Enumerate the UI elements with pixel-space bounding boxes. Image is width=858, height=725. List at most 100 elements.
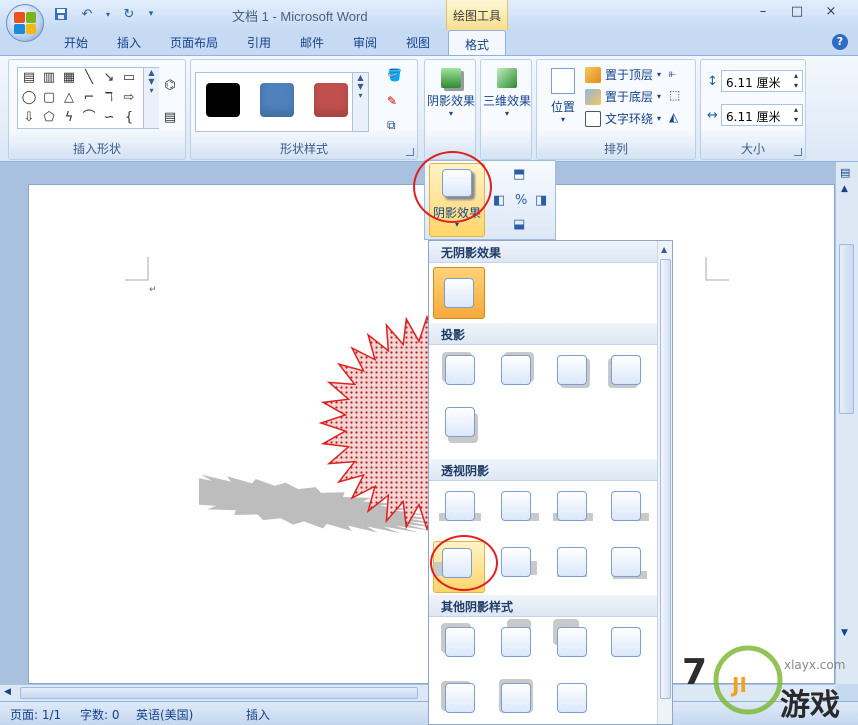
- other-shadow-style-option[interactable]: [437, 677, 483, 721]
- status-page[interactable]: 页面: 1/1: [10, 706, 61, 723]
- dropdown-scrollbar[interactable]: ▲: [657, 241, 672, 724]
- style-swatch-red[interactable]: [314, 83, 348, 117]
- tab-insert[interactable]: 插入: [117, 34, 141, 51]
- drop-shadow-option[interactable]: [493, 349, 539, 393]
- perspective-shadow-option[interactable]: [493, 541, 539, 585]
- office-button[interactable]: [6, 4, 44, 42]
- tab-references[interactable]: 引用: [247, 34, 271, 51]
- tab-page-layout[interactable]: 页面布局: [170, 34, 218, 51]
- brace-shape-icon[interactable]: {: [120, 110, 138, 126]
- perspective-shadow-option[interactable]: [549, 485, 595, 529]
- width-field[interactable]: 6.11 厘米 ▴ ▾: [721, 104, 803, 126]
- send-to-back-button[interactable]: 置于底层 ▾: [585, 88, 661, 105]
- height-field[interactable]: 6.11 厘米 ▴ ▾: [721, 70, 803, 92]
- tab-home[interactable]: 开始: [64, 34, 88, 51]
- height-spinner[interactable]: ▴ ▾: [794, 71, 798, 91]
- other-shadow-style-option[interactable]: [437, 621, 483, 665]
- elbow-connector-icon[interactable]: ⌐: [80, 90, 98, 106]
- shadow-effects-ribbon-button[interactable]: 阴影效果 ▾: [427, 68, 475, 118]
- edit-points-icon[interactable]: ⌬: [161, 78, 179, 94]
- perspective-shadow-option[interactable]: [493, 485, 539, 529]
- status-language[interactable]: 英语(美国): [136, 706, 193, 723]
- change-shape-button[interactable]: ⧉: [387, 118, 396, 133]
- drop-shadow-option[interactable]: [549, 349, 595, 393]
- bring-to-front-button[interactable]: 置于顶层 ▾: [585, 66, 661, 83]
- vertical-scrollbar[interactable]: ▤ ▲ ▼: [835, 162, 858, 684]
- no-shadow-option[interactable]: [433, 267, 485, 319]
- shapes-gallery[interactable]: ▤ ▥ ▦ ╲ ↘ ▭ ◯ ▢ △ ⌐ ℸ ⇨ ⇩ ⬠ ϟ ⌒ ∽ { ▲ ▼ ▾: [17, 67, 159, 129]
- rotate-button[interactable]: ◭: [669, 110, 678, 124]
- scroll-down-icon[interactable]: ▼: [841, 628, 848, 638]
- tab-review[interactable]: 审阅: [353, 34, 377, 51]
- arrow-line-icon[interactable]: ↘: [100, 70, 118, 86]
- curve-shape-icon[interactable]: ⌒: [80, 110, 98, 126]
- width-spinner[interactable]: ▴ ▾: [794, 105, 798, 125]
- dropdown-scroll-thumb[interactable]: [660, 259, 671, 699]
- rectangle-shape-icon[interactable]: ▭: [120, 70, 138, 86]
- undo-icon[interactable]: ↶: [78, 6, 96, 22]
- drop-shadow-option[interactable]: [437, 349, 483, 393]
- shapes-gallery-scroll[interactable]: ▲ ▼ ▾: [143, 68, 159, 128]
- shape-styles-gallery[interactable]: ▲ ▼ ▾: [195, 72, 369, 132]
- dropdown-scroll-up-icon[interactable]: ▲: [661, 245, 667, 254]
- redo-icon[interactable]: ↻: [120, 6, 138, 22]
- maximize-button[interactable]: □: [780, 4, 814, 22]
- other-shadow-style-option[interactable]: [603, 621, 649, 665]
- nudge-shadow-up-icon[interactable]: ⬒: [513, 167, 525, 182]
- scroll-up-icon[interactable]: ▲: [841, 184, 848, 194]
- save-icon[interactable]: [52, 6, 70, 22]
- other-shadow-style-option[interactable]: [493, 619, 539, 665]
- right-arrow-icon[interactable]: ⇨: [120, 90, 138, 106]
- textbox-shape-icon[interactable]: ▤: [20, 70, 38, 86]
- lightning-shape-icon[interactable]: ϟ: [60, 110, 78, 126]
- pentagon-shape-icon[interactable]: ⬠: [40, 110, 58, 126]
- vertical-textbox-icon[interactable]: ▦: [60, 70, 78, 86]
- nudge-shadow-left-icon[interactable]: ◧: [493, 193, 505, 208]
- size-launcher[interactable]: [794, 148, 802, 156]
- undo-dropdown-icon[interactable]: ▾: [104, 6, 112, 22]
- tab-format[interactable]: 格式: [448, 30, 506, 56]
- customize-qat-icon[interactable]: ▾: [146, 6, 156, 22]
- perspective-shadow-option[interactable]: [603, 485, 649, 529]
- outline-color-button[interactable]: ✎: [387, 94, 397, 108]
- vertical-scroll-thumb[interactable]: [839, 244, 854, 414]
- text-wrap-button[interactable]: 文字环绕 ▾: [585, 110, 661, 127]
- shape-styles-launcher[interactable]: [406, 148, 414, 156]
- nudge-shadow-right-icon[interactable]: ◨: [535, 193, 547, 208]
- oval-shape-icon[interactable]: ◯: [20, 90, 38, 106]
- status-insert-mode[interactable]: 插入: [246, 706, 270, 723]
- line-shape-icon[interactable]: ╲: [80, 70, 98, 86]
- style-swatch-blue[interactable]: [260, 83, 294, 117]
- style-swatch-black[interactable]: [206, 83, 240, 117]
- tab-view[interactable]: 视图: [406, 34, 430, 51]
- other-shadow-style-option[interactable]: [549, 619, 595, 665]
- rounded-rect-icon[interactable]: ▢: [40, 90, 58, 106]
- elbow-arrow-icon[interactable]: ℸ: [100, 90, 118, 106]
- tab-mailings[interactable]: 邮件: [300, 34, 324, 51]
- perspective-shadow-option[interactable]: [603, 541, 649, 585]
- drop-shadow-option[interactable]: [603, 349, 649, 393]
- triangle-shape-icon[interactable]: △: [60, 90, 78, 106]
- help-icon[interactable]: ?: [832, 34, 848, 50]
- other-shadow-style-option[interactable]: [549, 677, 595, 721]
- position-button[interactable]: 位置 ▾: [541, 68, 585, 124]
- minimize-button[interactable]: –: [746, 4, 780, 22]
- nudge-shadow-down-icon[interactable]: ⬓: [513, 217, 525, 232]
- scroll-left-icon[interactable]: ◀: [4, 687, 11, 697]
- styles-gallery-scroll[interactable]: ▲ ▼ ▾: [352, 73, 368, 131]
- drop-shadow-option[interactable]: [437, 401, 483, 445]
- ruler-toggle-icon[interactable]: ▤: [840, 166, 850, 179]
- horizontal-scroll-thumb[interactable]: [20, 687, 418, 699]
- group-button[interactable]: ⬚: [669, 88, 680, 102]
- other-shadow-style-option[interactable]: [493, 677, 539, 721]
- textbox-shape-icon[interactable]: ▥: [40, 70, 58, 86]
- align-button[interactable]: ⫦: [669, 66, 676, 81]
- down-arrow-icon[interactable]: ⇩: [20, 110, 38, 126]
- perspective-shadow-option[interactable]: [549, 541, 595, 585]
- freeform-shape-icon[interactable]: ∽: [100, 110, 118, 126]
- toggle-shadow-icon[interactable]: %: [515, 193, 527, 208]
- text-box-icon[interactable]: ▤: [161, 110, 179, 126]
- fill-color-button[interactable]: 🪣: [387, 68, 402, 82]
- 3d-effects-button[interactable]: 三维效果 ▾: [483, 68, 531, 118]
- close-button[interactable]: ×: [814, 4, 848, 22]
